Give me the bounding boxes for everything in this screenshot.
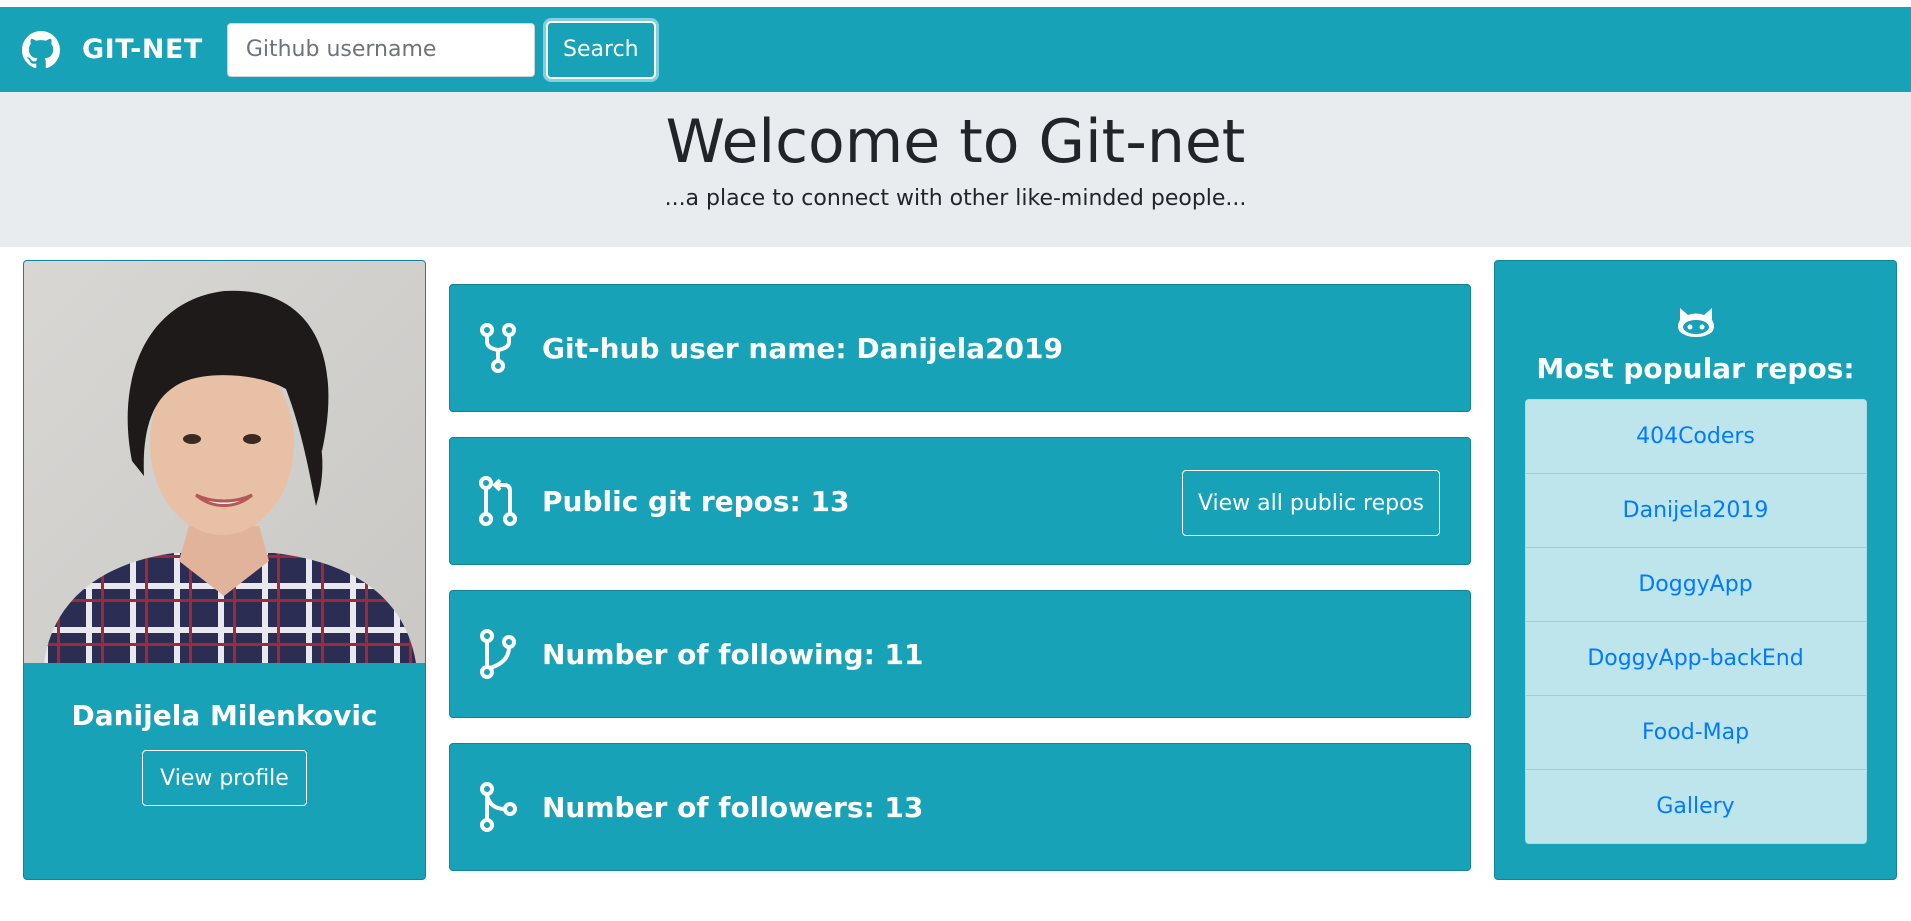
following-text: Number of following: 11: [542, 637, 924, 671]
profile-name: Danijela Milenkovic: [71, 699, 378, 732]
following-card: Number of following: 11: [449, 590, 1471, 718]
followers-text: Number of followers: 13: [542, 790, 924, 824]
repo-link[interactable]: DoggyApp-backEnd: [1525, 622, 1866, 696]
username-text: Git-hub user name: Danijela2019: [542, 331, 1064, 365]
top-strip: [0, 0, 1911, 7]
profile-card: Danijela Milenkovic View profile: [23, 260, 426, 880]
brand-name[interactable]: GIT-NET: [82, 34, 203, 65]
public-repos-text: Public git repos: 13: [542, 484, 850, 518]
followers-card: Number of followers: 13: [449, 743, 1471, 871]
popular-repos-title: Most popular repos:: [1536, 352, 1855, 385]
octocat-icon: [1495, 306, 1896, 342]
git-merge-icon: [476, 781, 520, 833]
public-repos-card: Public git repos: 13 View all public rep…: [449, 437, 1471, 565]
repo-link[interactable]: Danijela2019: [1525, 474, 1866, 548]
repo-link[interactable]: 404Coders: [1525, 400, 1866, 474]
view-all-repos-button[interactable]: View all public repos: [1182, 470, 1440, 536]
repo-list: 404Coders Danijela2019 DoggyApp DoggyApp…: [1524, 399, 1867, 844]
navbar: GIT-NET Search: [0, 7, 1911, 92]
jumbotron: Welcome to Git-net ...a place to connect…: [0, 92, 1911, 247]
profile-photo: [24, 261, 425, 663]
popular-repos-card: Most popular repos: 404Coders Danijela20…: [1494, 260, 1897, 880]
git-branch-icon: [476, 628, 520, 680]
page-subtitle: ...a place to connect with other like-mi…: [664, 186, 1247, 211]
github-icon[interactable]: [22, 30, 62, 70]
repo-link[interactable]: Gallery: [1526, 770, 1866, 843]
search-input[interactable]: [226, 22, 535, 77]
repo-forked-icon: [476, 322, 520, 374]
repo-link[interactable]: DoggyApp: [1525, 548, 1866, 622]
username-card: Git-hub user name: Danijela2019: [449, 284, 1471, 412]
pull-request-icon: [476, 475, 520, 527]
view-profile-button[interactable]: View profile: [142, 750, 307, 806]
repo-link[interactable]: Food-Map: [1525, 696, 1866, 770]
page-title: Welcome to Git-net: [665, 107, 1246, 177]
search-button[interactable]: Search: [545, 20, 656, 79]
